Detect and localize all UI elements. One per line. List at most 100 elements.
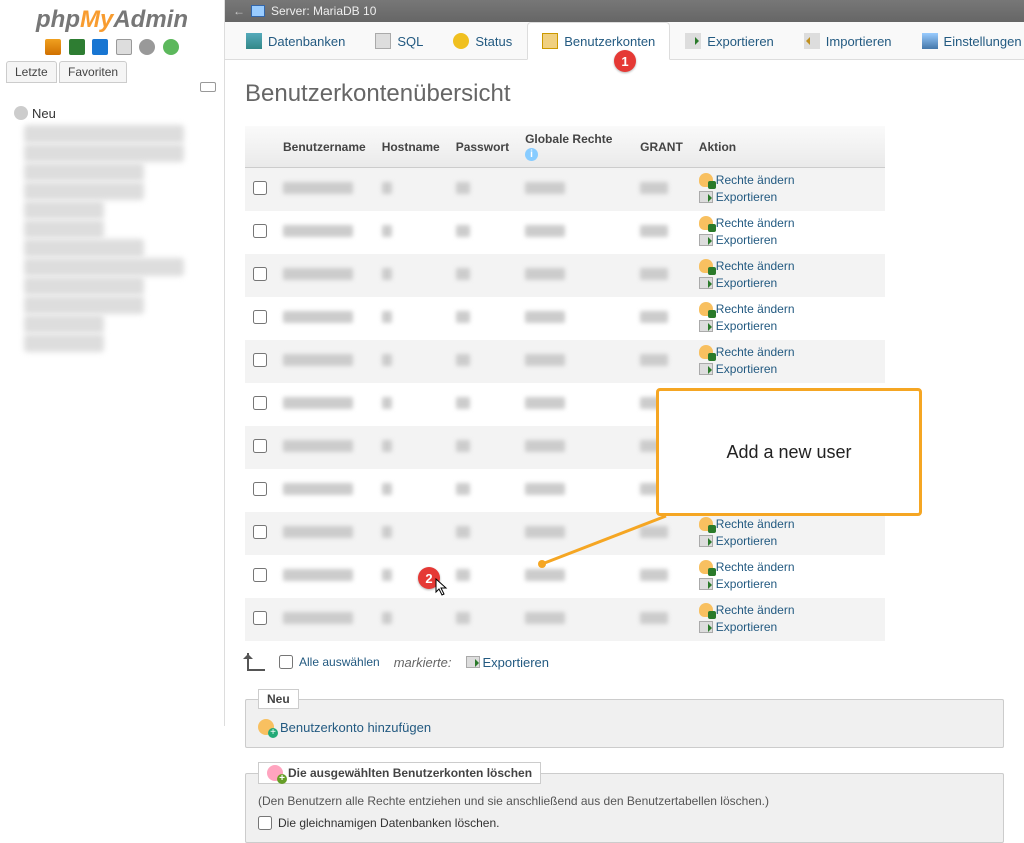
col-grant[interactable]: GRANT	[632, 126, 691, 168]
edit-privileges-link[interactable]: Rechte ändern	[699, 302, 795, 316]
col-global: Globale Rechte i	[517, 126, 632, 168]
status-icon	[453, 33, 469, 49]
table-row: Rechte ändern Exportieren	[245, 512, 885, 555]
server-label[interactable]: Server: MariaDB 10	[271, 4, 376, 18]
export-user-link[interactable]: Exportieren	[699, 620, 777, 634]
select-all[interactable]: Alle auswählen	[279, 655, 380, 669]
row-checkbox[interactable]	[253, 611, 267, 625]
user-edit-icon	[699, 173, 713, 187]
tab-settings[interactable]: Einstellungen	[907, 22, 1024, 60]
tab-users[interactable]: Benutzerkonten	[527, 22, 670, 60]
edit-privileges-link[interactable]: Rechte ändern	[699, 259, 795, 273]
export-user-link[interactable]: Exportieren	[699, 577, 777, 591]
export-user-link[interactable]: Exportieren	[699, 319, 777, 333]
tab-status[interactable]: Status	[438, 22, 527, 60]
tab-export[interactable]: Exportieren	[670, 22, 788, 60]
export-icon	[699, 535, 713, 547]
export-user-link[interactable]: Exportieren	[699, 190, 777, 204]
export-user-link[interactable]: Exportieren	[699, 534, 777, 548]
edit-privileges-link[interactable]: Rechte ändern	[699, 517, 795, 531]
edit-privileges-link[interactable]: Rechte ändern	[699, 560, 795, 574]
export-icon	[699, 320, 713, 332]
collapse-icon[interactable]	[200, 82, 216, 92]
server-bar: ← Server: MariaDB 10	[225, 0, 1024, 22]
table-row: Rechte ändern Exportieren	[245, 598, 885, 641]
drop-db-option[interactable]: Die gleichnamigen Datenbanken löschen.	[258, 816, 991, 830]
drop-db-checkbox[interactable]	[258, 816, 272, 830]
row-checkbox[interactable]	[253, 224, 267, 238]
export-icon	[699, 277, 713, 289]
edit-privileges-link[interactable]: Rechte ändern	[699, 345, 795, 359]
marked-label: markierte:	[394, 655, 452, 670]
row-checkbox[interactable]	[253, 267, 267, 281]
edit-privileges-link[interactable]: Rechte ändern	[699, 603, 795, 617]
col-username[interactable]: Benutzername	[275, 126, 374, 168]
user-edit-icon	[699, 216, 713, 230]
sidebar-tab-recent[interactable]: Letzte	[6, 61, 57, 83]
nav-back-icon[interactable]: ←	[233, 4, 245, 18]
tree-item[interactable]	[24, 144, 184, 162]
import-icon	[804, 33, 820, 49]
docs-icon[interactable]	[116, 39, 132, 55]
table-row: Rechte ändern Exportieren	[245, 254, 885, 297]
table-row: Rechte ändern Exportieren	[245, 297, 885, 340]
home-icon[interactable]	[45, 39, 61, 55]
users-icon	[542, 33, 558, 49]
export-icon	[699, 621, 713, 633]
server-icon	[251, 5, 265, 17]
tab-databases[interactable]: Datenbanken	[231, 22, 360, 60]
user-edit-icon	[699, 560, 713, 574]
sidebar-tab-favorites[interactable]: Favoriten	[59, 61, 127, 83]
sql-icon[interactable]	[92, 39, 108, 55]
tab-import[interactable]: Importieren	[789, 22, 907, 60]
tree-new[interactable]: Neu	[14, 103, 214, 124]
tree-item[interactable]	[24, 201, 104, 219]
col-password[interactable]: Passwort	[448, 126, 517, 168]
database-icon	[246, 33, 262, 49]
info-icon[interactable]: i	[525, 148, 538, 161]
row-checkbox[interactable]	[253, 568, 267, 582]
table-row: Rechte ändern Exportieren	[245, 211, 885, 254]
tree-item[interactable]	[24, 220, 104, 238]
bulk-export[interactable]: Exportieren	[466, 655, 549, 670]
annotation-badge-1: 1	[614, 50, 636, 72]
edit-privileges-link[interactable]: Rechte ändern	[699, 216, 795, 230]
tree-item[interactable]	[24, 125, 184, 143]
tree-item[interactable]	[24, 163, 144, 181]
row-checkbox[interactable]	[253, 310, 267, 324]
export-icon	[685, 33, 701, 49]
tree-item[interactable]	[24, 239, 144, 257]
delete-users-legend: Die ausgewählten Benutzerkonten löschen	[258, 762, 541, 784]
refresh-icon[interactable]	[163, 39, 179, 55]
export-user-link[interactable]: Exportieren	[699, 233, 777, 247]
callout-box: Add a new user	[656, 388, 922, 516]
settings-icon[interactable]	[139, 39, 155, 55]
row-checkbox[interactable]	[253, 353, 267, 367]
export-icon	[699, 578, 713, 590]
tree-item[interactable]	[24, 277, 144, 295]
edit-privileges-link[interactable]: Rechte ändern	[699, 173, 795, 187]
row-checkbox[interactable]	[253, 482, 267, 496]
user-edit-icon	[699, 345, 713, 359]
user-edit-icon	[699, 302, 713, 316]
row-checkbox[interactable]	[253, 439, 267, 453]
row-checkbox[interactable]	[253, 525, 267, 539]
new-user-legend: Neu	[258, 689, 299, 709]
tree-item[interactable]	[24, 315, 104, 333]
tree-item[interactable]	[24, 334, 104, 352]
tree-item[interactable]	[24, 296, 144, 314]
row-checkbox[interactable]	[253, 396, 267, 410]
tree-item[interactable]	[24, 258, 184, 276]
col-hostname[interactable]: Hostname	[374, 126, 448, 168]
table-row: Rechte ändern Exportieren	[245, 168, 885, 212]
delete-users-fieldset: Die ausgewählten Benutzerkonten löschen …	[245, 762, 1004, 843]
export-icon	[699, 234, 713, 246]
tab-sql[interactable]: SQL	[360, 22, 438, 60]
db-icon[interactable]	[69, 39, 85, 55]
export-user-link[interactable]: Exportieren	[699, 276, 777, 290]
tree-item[interactable]	[24, 182, 144, 200]
export-user-link[interactable]: Exportieren	[699, 362, 777, 376]
row-checkbox[interactable]	[253, 181, 267, 195]
select-all-checkbox[interactable]	[279, 655, 293, 669]
add-user-link[interactable]: Benutzerkonto hinzufügen	[258, 719, 991, 735]
